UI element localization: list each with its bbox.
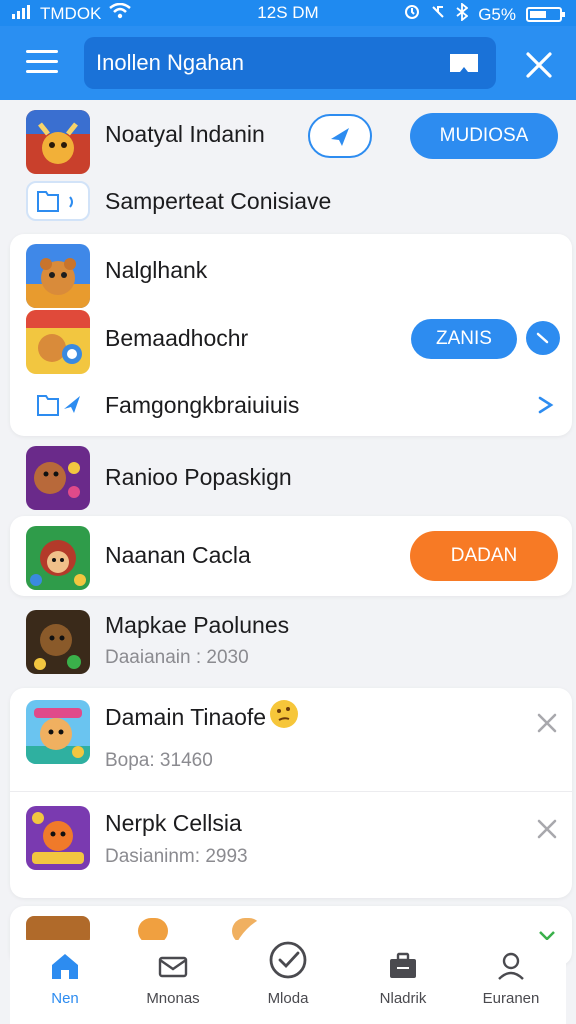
list-item[interactable]: Famgongkbraiuiuis [10,374,572,434]
home-icon [52,954,78,979]
search-input[interactable]: Inollen Ngahan [96,50,244,76]
app-icon [26,110,90,174]
nav-item-profile[interactable]: Euranen [456,940,566,1024]
alarm-icon [404,4,420,25]
status-bar: TMDOK 12S DM G5% [0,0,576,26]
close-icon[interactable] [536,712,558,734]
close-icon[interactable] [536,818,558,840]
item-action-button[interactable]: MUDIOSA [410,113,558,159]
list-item[interactable]: Damain Tinaofe Bopa: 31460 [10,688,572,792]
item-title: Damain Tinaofe [105,704,267,730]
list-item[interactable]: Mapkae Paolunes Daaianain : 2030 [10,600,572,684]
check-circle-icon [269,941,307,979]
menu-button[interactable] [26,50,58,76]
nav-label: Nladrik [379,990,427,1007]
nav-item-home[interactable]: Nen [10,940,120,1024]
item-title: Nalglhank [105,257,208,283]
search-field[interactable]: Inollen Ngahan [84,37,496,89]
bottom-navigation: Nen Mnonas Mloda Nladrik Euranen [10,940,566,1024]
label-icon[interactable] [448,51,480,75]
list-item[interactable]: Nalglhank [10,234,572,308]
briefcase-icon [390,952,416,978]
item-title: Famgongkbraiuiuis [105,392,300,418]
list-item[interactable]: Ranioo Popaskign [10,440,572,512]
close-icon[interactable] [524,50,554,80]
nav-label: Mnonas [146,990,200,1007]
item-title: Bemaadhochr [105,325,249,351]
app-icon [26,806,90,870]
app-icon [26,244,90,308]
item-title: Naanan Cacla [105,542,251,568]
list-item[interactable]: Noatyal Indanin MUDIOSA [10,104,572,174]
nav-label: Nen [51,990,79,1007]
more-button[interactable] [526,321,560,355]
item-title: Mapkae Paolunes [105,612,290,638]
list-item[interactable]: Samperteat Conisiave [10,176,572,226]
item-title: Noatyal Indanin [105,121,265,147]
app-icon [26,526,90,590]
user-icon [498,952,524,980]
item-subtitle: Bopa: 31460 [105,750,213,771]
rotation-icon [430,4,446,25]
item-subtitle: Daaianain : 2030 [105,647,249,668]
nav-label: Mloda [267,990,309,1007]
item-title: Ranioo Popaskign [105,464,292,490]
chevron-right-icon[interactable] [536,394,556,416]
share-button[interactable] [308,114,372,158]
list-item[interactable]: Naanan Cacla DADAN [10,516,572,596]
list-card: Damain Tinaofe Bopa: 31460 Nerpk Cellsia… [10,688,572,898]
folder-icon [26,385,90,425]
nav-item-center[interactable]: Mloda [233,940,343,1024]
app-icon [26,610,90,674]
nav-item-briefcase[interactable]: Nladrik [348,940,458,1024]
nav-item-messages[interactable]: Mnonas [118,940,228,1024]
list-item[interactable]: Nerpk Cellsia Dasianinm: 2993 [10,792,572,898]
send-icon [331,128,349,146]
app-icon [26,446,90,510]
app-bar: Inollen Ngahan [0,26,576,100]
bluetooth-icon [456,2,469,26]
folder-icon [26,181,90,221]
item-action-button[interactable]: ZANIS [411,319,517,359]
item-title: Nerpk Cellsia [105,810,242,836]
battery-percent: G5% [478,4,516,24]
app-icon [26,700,90,764]
battery-icon [526,7,565,22]
arrow-icon [536,332,549,344]
item-action-button[interactable]: DADAN [410,531,558,581]
app-icon [26,310,90,374]
emoji-icon [270,700,298,728]
list-card: Nalglhank Bemaadhochr ZANIS Famgongkbrai… [10,234,572,436]
item-title: Samperteat Conisiave [105,188,332,214]
mail-icon [158,956,188,978]
list-item[interactable]: Bemaadhochr ZANIS [10,304,572,374]
item-subtitle: Dasianinm: 2993 [105,846,248,867]
nav-label: Euranen [482,990,540,1007]
